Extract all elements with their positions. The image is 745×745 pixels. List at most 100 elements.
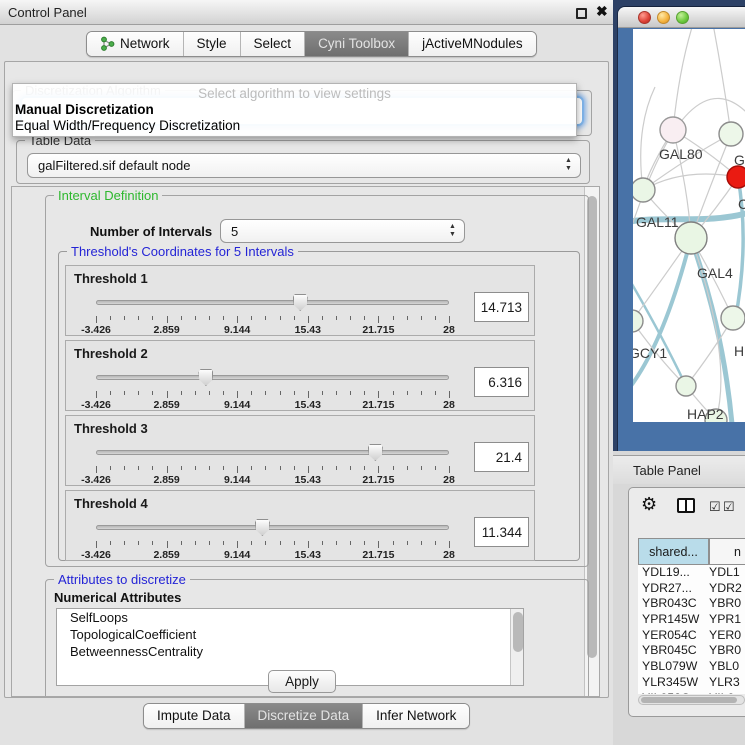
float-window-icon[interactable]: [576, 8, 587, 19]
table-hscrollbar-thumb[interactable]: [641, 697, 737, 703]
table-row[interactable]: YBR045CYBR0: [638, 643, 745, 659]
threshold-1-value-field[interactable]: 14.713: [474, 292, 529, 322]
network-node[interactable]: [721, 306, 745, 330]
tab-network[interactable]: Network: [87, 32, 183, 56]
slider-tick: [449, 466, 450, 473]
table-data-select[interactable]: galFiltered.sif default node ▲▼: [27, 153, 581, 178]
table-row[interactable]: YIL052CYIL0: [638, 691, 745, 695]
slider-tick: [195, 466, 196, 470]
slider-tick-label: 9.144: [224, 549, 250, 561]
slider-thumb[interactable]: [368, 444, 383, 461]
threshold-3-slider[interactable]: -3.4262.8599.14415.4321.71528: [96, 444, 449, 484]
column-header-name[interactable]: n: [709, 538, 745, 565]
attribute-item[interactable]: SelfLoops: [57, 609, 523, 626]
slider-tick-label: 21.715: [362, 399, 394, 411]
slider-tick: [167, 316, 168, 323]
table-settings-gear-icon[interactable]: ⚙: [641, 494, 657, 515]
slider-track[interactable]: [96, 375, 449, 380]
threshold-2-slider[interactable]: -3.4262.8599.14415.4321.71528: [96, 369, 449, 409]
table-row[interactable]: YBR043CYBR0: [638, 596, 745, 612]
algorithm-option-manual[interactable]: Manual Discretization: [13, 101, 576, 117]
network-node[interactable]: [676, 376, 696, 396]
slider-tick: [96, 466, 97, 473]
attribute-item[interactable]: TopologicalCoefficient: [57, 626, 523, 643]
tab-impute-data[interactable]: Impute Data: [144, 704, 244, 728]
slider-thumb[interactable]: [255, 519, 270, 536]
slider-tick-label: 15.43: [295, 324, 321, 336]
tab-cyni-toolbox[interactable]: Cyni Toolbox: [304, 32, 408, 56]
table-row[interactable]: YER054CYER0: [638, 628, 745, 644]
numerical-attributes-label: Numerical Attributes: [54, 590, 181, 605]
slider-tick-label: 9.144: [224, 474, 250, 486]
slider-tick: [96, 316, 97, 323]
tab-style[interactable]: Style: [183, 32, 240, 56]
slider-tick: [265, 466, 266, 470]
slider-tick: [195, 541, 196, 545]
slider-thumb[interactable]: [293, 294, 308, 311]
zoom-traffic-light-icon[interactable]: [676, 11, 689, 24]
slider-tick: [350, 391, 351, 395]
tab-select[interactable]: Select: [240, 32, 305, 56]
slider-tick-label: 2.859: [153, 474, 179, 486]
network-node[interactable]: [660, 117, 686, 143]
attributes-list-scrollbar[interactable]: [510, 609, 523, 685]
threshold-row-3: Threshold 3 -3.4262.8599.14415.4321.7152…: [65, 415, 535, 486]
network-node[interactable]: [727, 166, 745, 188]
slider-tick: [435, 316, 436, 320]
split-columns-icon[interactable]: [677, 498, 695, 513]
table-row[interactable]: YBL079WYBL0: [638, 659, 745, 675]
threshold-1-slider[interactable]: -3.4262.8599.14415.4321.71528: [96, 294, 449, 334]
slider-thumb[interactable]: [198, 369, 213, 386]
algorithm-option-equal-width[interactable]: Equal Width/Frequency Discretization: [13, 117, 576, 133]
close-traffic-light-icon[interactable]: [638, 11, 651, 24]
table-row[interactable]: YDL19...YDL1: [638, 565, 745, 581]
network-node[interactable]: [633, 310, 643, 332]
tab-discretize-data[interactable]: Discretize Data: [244, 704, 363, 728]
slider-tick: [336, 541, 337, 545]
threshold-2-value-field[interactable]: 6.316: [474, 367, 529, 397]
column-header-shared-name[interactable]: shared...: [638, 538, 709, 565]
threshold-4-slider[interactable]: -3.4262.8599.14415.4321.71528: [96, 519, 449, 559]
attributes-group-title: Attributes to discretize: [54, 572, 190, 587]
slider-track[interactable]: [96, 525, 449, 530]
slider-tick: [138, 541, 139, 545]
slider-tick-label: -3.426: [81, 324, 111, 336]
slider-track[interactable]: [96, 450, 449, 455]
table-row[interactable]: YDR27...YDR2: [638, 581, 745, 597]
slider-tick: [265, 391, 266, 395]
table-row[interactable]: YPR145WYPR1: [638, 612, 745, 628]
select-columns-icon[interactable]: ☑: [709, 499, 721, 515]
select-all-columns-icon[interactable]: ☑: [723, 499, 735, 515]
control-panel: Control Panel ✖ Network Style Select Cyn…: [0, 0, 613, 745]
tab-jactivemnodules[interactable]: jActiveMNodules: [408, 32, 536, 56]
attribute-item[interactable]: BetweennessCentrality: [57, 643, 523, 660]
attributes-scrollbar-thumb[interactable]: [513, 612, 523, 652]
slider-tick: [110, 316, 111, 320]
slider-tick-label: 2.859: [153, 324, 179, 336]
number-of-intervals-select[interactable]: 5 ▲▼: [220, 219, 465, 243]
slider-tick: [393, 466, 394, 470]
threshold-4-value-field[interactable]: 11.344: [474, 517, 529, 547]
slider-tick: [449, 316, 450, 323]
apply-button[interactable]: Apply: [268, 670, 336, 693]
slider-tick: [124, 466, 125, 470]
network-canvas[interactable]: GAL80GCGAL11GAL4GCY1HHAP2: [633, 29, 745, 422]
slider-tick: [138, 391, 139, 395]
slider-track[interactable]: [96, 300, 449, 305]
network-node[interactable]: [633, 178, 655, 202]
table-horizontal-scrollbar[interactable]: [638, 695, 745, 705]
slider-tick: [308, 316, 309, 323]
table-row[interactable]: YLR345WYLR3: [638, 675, 745, 691]
close-icon[interactable]: ✖: [596, 3, 608, 20]
network-node[interactable]: [719, 122, 743, 146]
slider-tick: [181, 316, 182, 320]
slider-tick: [223, 391, 224, 395]
threshold-3-value-field[interactable]: 21.4: [474, 442, 529, 472]
slider-tick: [124, 541, 125, 545]
network-node[interactable]: [675, 222, 707, 254]
slider-tick: [223, 316, 224, 320]
table-data-group: Table Data galFiltered.sif default node …: [16, 140, 590, 184]
minimize-traffic-light-icon[interactable]: [657, 11, 670, 24]
slider-tick: [393, 391, 394, 395]
tab-infer-network[interactable]: Infer Network: [362, 704, 469, 728]
